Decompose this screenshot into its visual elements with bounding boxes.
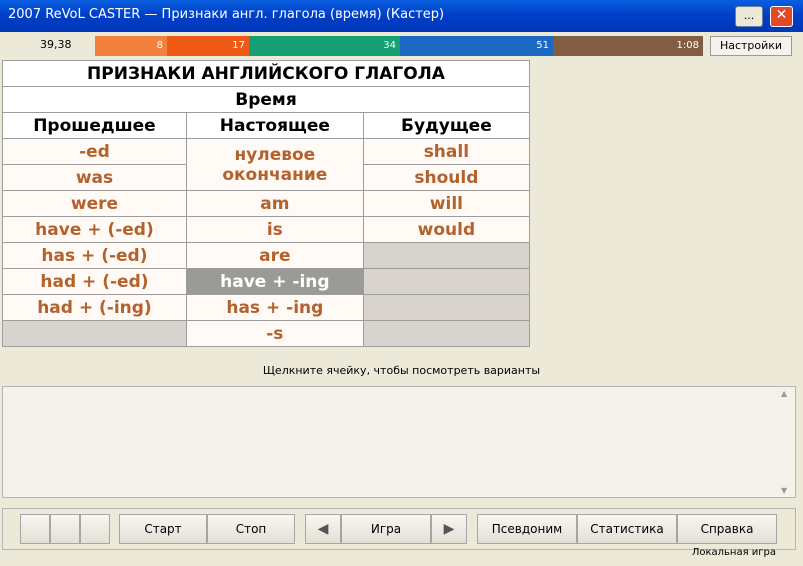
present-cell[interactable]: -s	[185, 320, 364, 347]
prev-arrow-icon[interactable]: ◀	[305, 514, 341, 544]
variants-textbox[interactable]: ▲ ▼	[2, 386, 796, 498]
future-cell[interactable]: would	[362, 216, 531, 243]
empty-cell	[362, 242, 531, 269]
future-cell[interactable]: shall	[362, 138, 531, 165]
empty-cell	[2, 320, 187, 347]
scrollbar[interactable]: ▲ ▼	[777, 387, 793, 497]
empty-cell	[362, 268, 531, 295]
past-cell[interactable]: have + (-ed)	[2, 216, 187, 243]
game-button[interactable]: Игра	[341, 514, 431, 544]
scroll-down-icon[interactable]: ▼	[781, 486, 787, 495]
slot-button-2[interactable]	[50, 514, 80, 544]
present-cell[interactable]: am	[185, 190, 364, 217]
empty-cell	[362, 320, 531, 347]
past-cell[interactable]: were	[2, 190, 187, 217]
settings-button[interactable]: Настройки	[710, 36, 792, 56]
table-title: ПРИЗНАКИ АНГЛИЙСКОГО ГЛАГОЛА	[2, 60, 530, 87]
present-cell-selected[interactable]: have + -ing	[185, 268, 364, 295]
progress-segment-3: 34	[249, 36, 400, 56]
column-present-header: Настоящее	[185, 112, 364, 139]
progress-segment-5: 1:08	[553, 36, 703, 56]
statistics-button[interactable]: Статистика	[577, 514, 677, 544]
present-cell[interactable]: нулевое окончание	[185, 138, 364, 191]
table-subtitle: Время	[2, 86, 530, 113]
help-button[interactable]: Справка	[677, 514, 777, 544]
stop-button[interactable]: Стоп	[207, 514, 295, 544]
verb-tense-table: ПРИЗНАКИ АНГЛИЙСКОГО ГЛАГОЛА Время Проше…	[2, 60, 531, 347]
alias-button[interactable]: Псевдоним	[477, 514, 577, 544]
past-cell[interactable]: had + (-ed)	[2, 268, 187, 295]
present-cell[interactable]: has + -ing	[185, 294, 364, 321]
start-button[interactable]: Старт	[119, 514, 207, 544]
progress-segment-4: 51	[400, 36, 553, 56]
empty-cell	[362, 294, 531, 321]
close-button[interactable]: ✕	[770, 6, 793, 27]
hint-text: Щелкните ячейку, чтобы посмотреть вариан…	[262, 364, 541, 377]
past-cell[interactable]: has + (-ed)	[2, 242, 187, 269]
status-strip: 39,38 8 17 34 51 1:08 Настройки	[0, 32, 803, 58]
title-bar: 2007 ReVoL CASTER — Признаки англ. глаго…	[0, 0, 803, 32]
progress-segment-1: 8	[95, 36, 167, 56]
progress-segment-2: 17	[167, 36, 249, 56]
scroll-up-icon[interactable]: ▲	[781, 389, 787, 398]
past-cell[interactable]: had + (-ing)	[2, 294, 187, 321]
slot-button-1[interactable]	[20, 514, 50, 544]
present-cell[interactable]: are	[185, 242, 364, 269]
window-title: 2007 ReVoL CASTER — Признаки англ. глаго…	[8, 7, 445, 22]
column-future-header: Будущее	[362, 112, 531, 139]
next-arrow-icon[interactable]: ▶	[431, 514, 467, 544]
past-cell[interactable]: was	[2, 164, 187, 191]
future-cell[interactable]: should	[362, 164, 531, 191]
menu-button[interactable]: ...	[735, 6, 763, 27]
column-past-header: Прошедшее	[2, 112, 187, 139]
present-cell[interactable]: is	[185, 216, 364, 243]
mode-label: Локальная игра	[691, 547, 776, 558]
future-cell[interactable]: will	[362, 190, 531, 217]
past-cell[interactable]: -ed	[2, 138, 187, 165]
score-value: 39,38	[40, 38, 72, 51]
slot-button-3[interactable]	[80, 514, 110, 544]
